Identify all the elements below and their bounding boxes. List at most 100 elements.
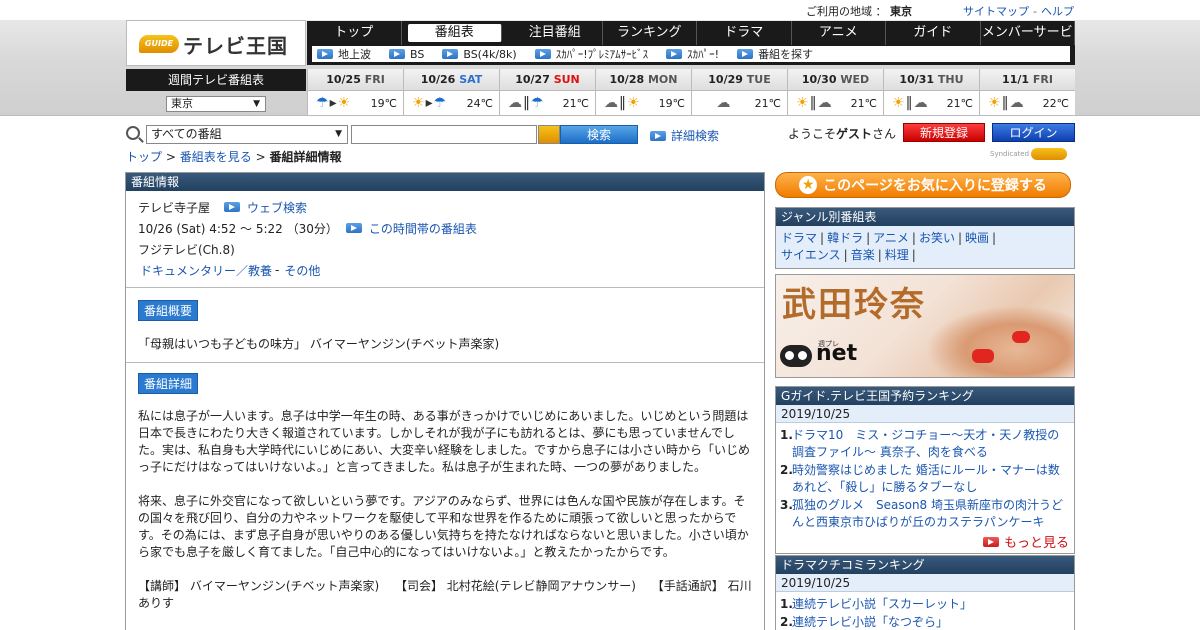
genre-anime[interactable]: アニメ [873,231,909,245]
day-temp: 21℃ [754,96,781,110]
advanced-search-label: 詳細検索 [671,129,720,143]
day-column[interactable]: 10/26 SAT ☀▸☂ 24℃ [403,69,499,115]
nav-top[interactable]: トップ [307,21,402,45]
subnav-terrestrial[interactable]: 地上波 [317,46,371,62]
detail-credits: 【講師】 バイマーヤンジン(チベット声楽家) 【司会】 北村花絵(テレビ静岡アナ… [138,579,752,610]
day-date: 10/26 [420,73,456,86]
arrow-icon [442,49,459,59]
breadcrumb-schedule[interactable]: 番組表を見る [180,150,252,164]
subnav-bs[interactable]: BS [389,48,424,61]
genre-movie[interactable]: 映画 [965,231,989,245]
subnav-label: 番組を探す [758,48,814,61]
star-icon: ★ [799,176,818,194]
banner-shape [972,349,994,363]
day-date: 10/29 [708,73,743,86]
arrow-icon [317,49,333,59]
genre-science[interactable]: サイエンス [781,248,841,262]
day-date: 10/31 [899,73,935,86]
weekly-schedule-label[interactable]: 週間テレビ番組表 [126,69,306,91]
day-column[interactable]: 10/27 SUN ☁‖☂ 21℃ [499,69,595,115]
day-column[interactable]: 11/1 FRI ☀‖☁ 22℃ [979,69,1075,115]
arrow-icon [389,49,405,59]
search-input[interactable] [351,125,537,144]
register-button[interactable]: 新規登録 [903,123,985,142]
subnav-skyperfect[interactable]: ｽｶﾊﾟｰ! [666,46,719,62]
arrow-icon [982,536,999,547]
day-of-week: SAT [459,73,483,86]
day-column[interactable]: 10/31 THU ☀‖☁ 21℃ [883,69,979,115]
arrow-icon [737,49,754,59]
list-item[interactable]: 2. 時効警察はじめました 婚活にルール・マナーは数あれど、「殺し」に勝るタブーな… [780,462,1070,496]
advanced-search-link[interactable]: 詳細検索 [650,127,719,144]
genre-comedy[interactable]: お笑い [919,231,955,245]
breadcrumb-top[interactable]: トップ [126,150,162,164]
genre-music[interactable]: 音楽 [851,248,875,262]
weather-rain-then-sun-icon: ☂▸☀ [316,95,352,111]
top-bar: ご利用の地域 ： 東京 サイトマップ - ヘルプ [0,0,1200,20]
list-item[interactable]: 1. ドラマ10 ミス・ジコチョー〜天才・天ノ教授の調査ファイル〜 真奈子、肉を食… [780,427,1070,461]
nav-featured[interactable]: 注目番組 [508,21,603,45]
arrow-icon [534,49,551,59]
dropdown-caret-icon: ▼ [253,99,260,109]
subnav-label: ｽｶﾊﾟｰ!ﾌﾟﾚﾐｱﾑｻｰﾋﾞｽ [555,48,649,61]
ranking-header: Gガイド.テレビ王国予約ランキング [776,387,1074,405]
rank-title: 連続テレビ小説「なつぞら」 [792,615,949,629]
subnav-find-program[interactable]: 番組を探す [737,46,813,62]
syndicated-logo: Syndicated [990,148,1068,160]
region-select[interactable]: 東京 ▼ [166,96,266,112]
welcome-prefix: ようこそ [788,127,837,141]
weather-cloud-sun-icon: ☁‖☀ [604,95,641,111]
day-temp: 24℃ [466,96,493,110]
sitemap-link[interactable]: サイトマップ [963,5,1029,18]
subnav-bs4k[interactable]: BS(4k/8k) [442,48,517,61]
add-favorite-button[interactable]: ★ このページをお気に入りに登録する [775,172,1071,198]
genre-kdrama[interactable]: 韓ドラ [827,231,863,245]
day-temp: 21℃ [850,96,877,110]
genre-link-other[interactable]: その他 [284,262,320,279]
help-link[interactable]: ヘルプ [1041,5,1074,18]
area-label: ご利用の地域 ： [806,5,887,18]
utility-links: サイトマップ - ヘルプ [963,3,1074,19]
site-logo[interactable]: GUIDE テレビ王国 [126,20,306,66]
genre-drama[interactable]: ドラマ [781,231,817,245]
day-column[interactable]: 10/28 MON ☁‖☀ 19℃ [595,69,691,115]
genre-cooking[interactable]: 料理 [885,248,909,262]
login-button[interactable]: ログイン [992,123,1075,142]
program-info-panel: 番組情報 テレビ寺子屋 ウェブ検索 10/26 (Sat) 4:52 ～ 5:2… [125,172,765,630]
day-column[interactable]: 10/30 WED ☀‖☁ 21℃ [787,69,883,115]
nav-schedule[interactable]: 番組表 [407,24,502,42]
list-item[interactable]: 1. 連続テレビ小説「スカーレット」 [780,596,1070,613]
web-search-link[interactable]: ウェブ検索 [247,199,307,216]
welcome-suffix: さん [872,127,897,141]
day-of-week: MON [647,73,678,86]
nav-guide[interactable]: ガイド [886,21,981,45]
program-basic-info: テレビ寺子屋 ウェブ検索 10/26 (Sat) 4:52 ～ 5:22 （30… [126,191,764,288]
nav-member[interactable]: メンバーサービス [981,21,1075,64]
subnav-label: BS [410,47,425,61]
arrow-icon [666,49,683,59]
nav-drama[interactable]: ドラマ [697,21,792,45]
list-item[interactable]: 2. 連続テレビ小説「なつぞら」 [780,614,1070,630]
detail-tag: 番組詳細 [138,373,199,394]
logo-text: テレビ王国 [183,34,288,58]
ranking-date: 2019/10/25 [776,405,1074,423]
day-date: 11/1 [1002,73,1030,86]
category-select[interactable]: すべての番組 ▼ [146,125,348,144]
promo-banner[interactable]: 武田玲奈 週プレ net [775,274,1075,378]
weather-sun-cloud-icon: ☀‖☁ [892,95,929,111]
genre-link-documentary[interactable]: ドキュメンタリー／教養 [140,262,272,279]
more-label: もっと見る [1003,536,1069,551]
nav-ranking[interactable]: ランキング [603,21,697,45]
day-column[interactable]: 10/29 TUE ☁ 21℃ [691,69,787,115]
banner-name: 武田玲奈 [782,285,926,325]
subnav-skyperfect-premium[interactable]: ｽｶﾊﾟｰ!ﾌﾟﾚﾐｱﾑｻｰﾋﾞｽ [534,46,649,62]
more-link[interactable]: もっと見る [776,532,1074,553]
day-column[interactable]: 10/25 FRI ☂▸☀ 19℃ [307,69,403,115]
nav-anime[interactable]: アニメ [792,21,886,45]
search-icon [126,126,140,140]
rank-number: 3. [780,498,793,512]
search-button[interactable]: 検索 [560,125,638,144]
arrow-icon [224,202,241,212]
list-item[interactable]: 3. 孤独のグルメ Season8 埼玉県新座市の肉汁うどんと西東京市ひばりが丘の… [780,497,1070,531]
this-time-schedule-link[interactable]: この時間帯の番組表 [369,220,477,237]
